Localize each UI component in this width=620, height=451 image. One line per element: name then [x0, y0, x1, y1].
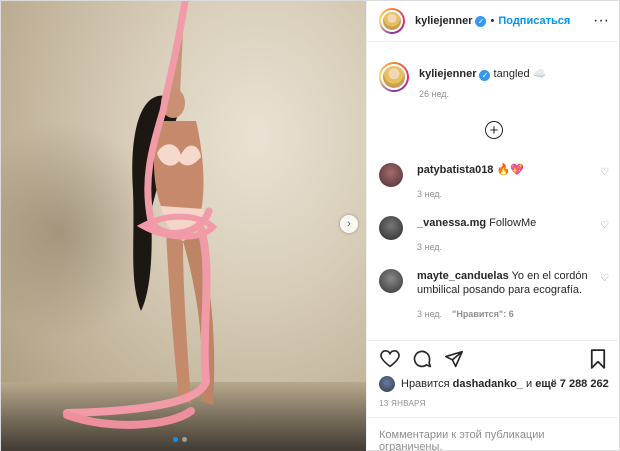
author-username[interactable]: kyliejenner [415, 15, 472, 27]
comment-likes-count[interactable]: "Нравится": 6 [452, 309, 514, 319]
comment-time[interactable]: 3 нед. [417, 189, 442, 199]
comment-username[interactable]: _vanessa.mg [417, 217, 486, 229]
caption-time[interactable]: 26 нед. [419, 89, 546, 99]
caption-username[interactable]: kyliejenner [419, 68, 476, 80]
caption-author-avatar[interactable] [379, 62, 409, 92]
separator-dot: • [490, 15, 495, 27]
liked-by: Нравится dashadanko_ и ещё 7 288 262 [379, 376, 609, 392]
like-comment-heart-icon[interactable]: ♡ [600, 167, 609, 178]
comments-disabled-notice: Комментарии к этой публикации ограничены… [367, 417, 620, 451]
photo-illustration [63, 1, 218, 429]
carousel-dots [173, 437, 187, 442]
comments-scroll-area[interactable]: kyliejenner ✓ tangled ☁️ 26 нед. + patyba… [367, 42, 620, 340]
comment-item: mayte_canduelas Yo en el cordón umbilica… [379, 269, 609, 321]
like-heart-icon[interactable] [379, 348, 401, 370]
carousel-dot-active [173, 437, 178, 442]
commenter-avatar[interactable] [379, 269, 403, 293]
comment-bubble-icon[interactable] [411, 348, 433, 370]
post-date[interactable]: 13 ЯНВАРЯ [379, 399, 426, 408]
author-avatar[interactable] [379, 8, 405, 34]
post-header: kyliejenner ✓ • Подписаться ··· [367, 1, 620, 42]
commenter-avatar[interactable] [379, 216, 403, 240]
instagram-post: › kyliejenner ✓ • Подписаться ··· kyliej… [0, 0, 620, 451]
like-comment-heart-icon[interactable]: ♡ [600, 220, 609, 231]
comment-username[interactable]: mayte_canduelas [417, 270, 509, 282]
liked-by-user[interactable]: dashadanko_ [453, 378, 523, 390]
follow-button[interactable]: Подписаться [498, 15, 570, 27]
verified-badge-icon: ✓ [479, 70, 491, 81]
post-actions-bar [367, 340, 620, 376]
post-caption: kyliejenner ✓ tangled ☁️ 26 нед. [367, 42, 620, 99]
liked-by-middle: и [525, 378, 533, 390]
post-side-panel: kyliejenner ✓ • Подписаться ··· kyliejen… [366, 1, 620, 451]
verified-badge-icon: ✓ [475, 15, 487, 27]
chevron-right-icon: › [347, 218, 351, 230]
bookmark-icon[interactable] [587, 348, 609, 370]
liked-by-prefix: Нравится [401, 378, 450, 390]
like-comment-heart-icon[interactable]: ♡ [600, 273, 609, 284]
load-more-comments-icon[interactable]: + [485, 121, 503, 139]
share-paper-plane-icon[interactable] [443, 348, 465, 370]
post-photo[interactable]: › [1, 1, 366, 451]
more-options-icon[interactable]: ··· [593, 13, 609, 29]
commenter-avatar[interactable] [379, 163, 403, 187]
comment-time[interactable]: 3 нед. [417, 309, 442, 319]
comment-item: _vanessa.mg FollowMe 3 нед. ♡ [379, 216, 609, 254]
comment-time[interactable]: 3 нед. [417, 242, 442, 252]
comment-username[interactable]: patybatista018 [417, 164, 493, 176]
comment-item: patybatista018 🔥💖 3 нед. ♡ [379, 163, 609, 201]
liked-by-count[interactable]: ещё 7 288 262 [535, 378, 609, 390]
carousel-dot [182, 437, 187, 442]
liker-avatar[interactable] [379, 376, 395, 392]
caption-text: tangled ☁️ [493, 68, 547, 80]
next-photo-button[interactable]: › [340, 215, 358, 233]
comment-text: 🔥💖 [496, 164, 524, 176]
comment-text: FollowMe [489, 217, 537, 229]
